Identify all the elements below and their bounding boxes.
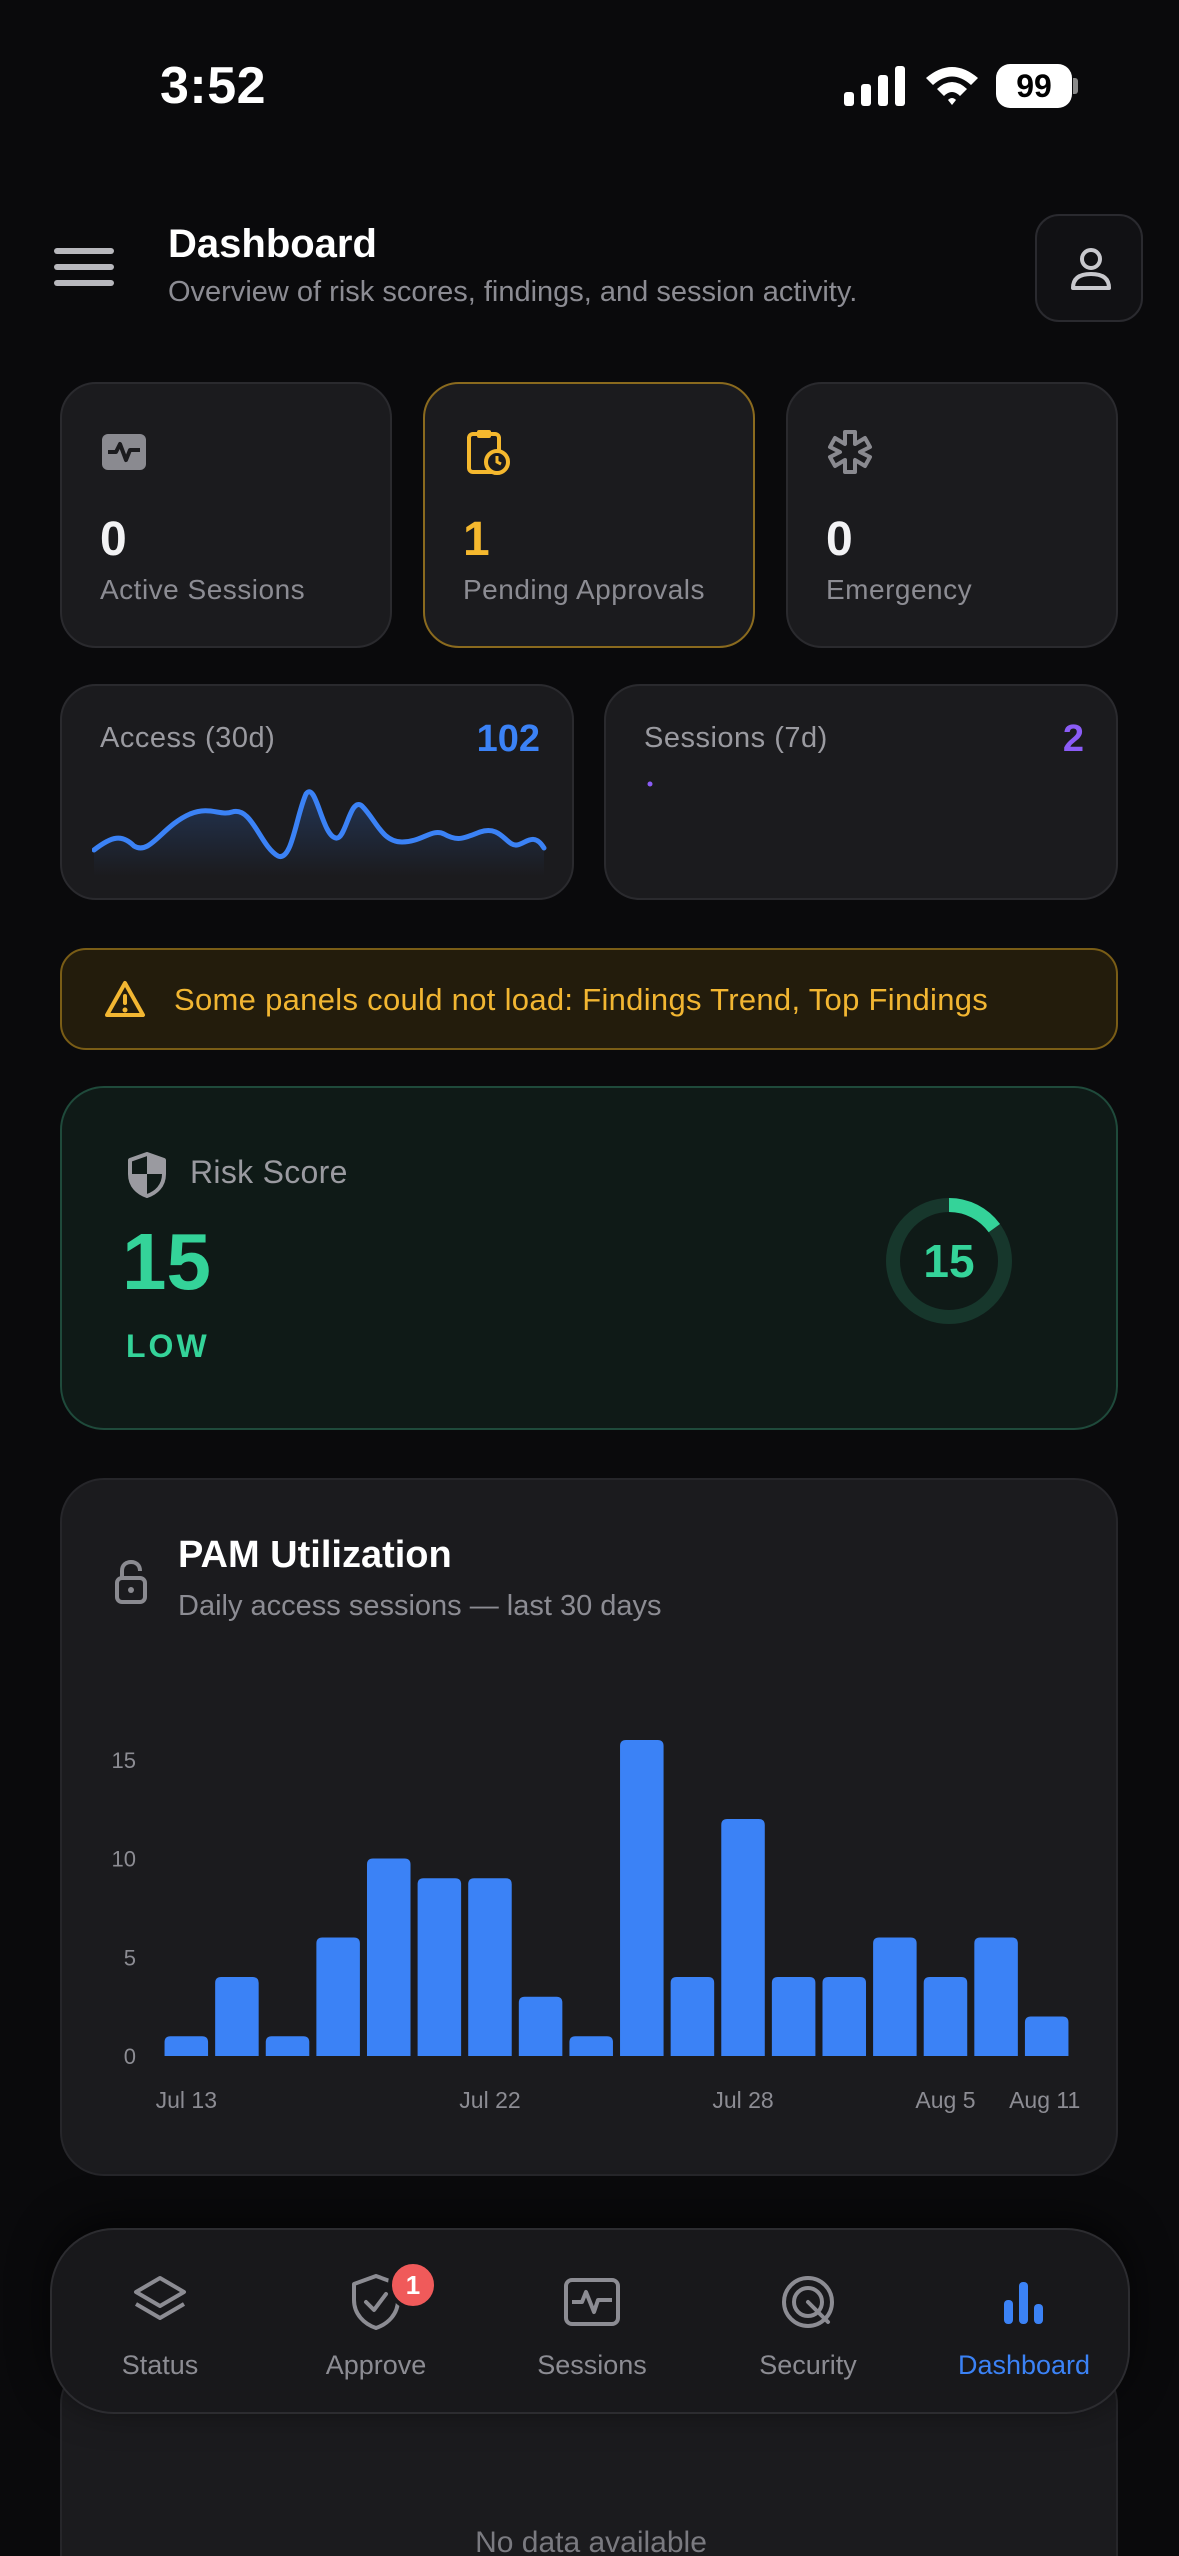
access-value: 102 (476, 718, 540, 760)
chart-bar[interactable] (923, 1977, 968, 2056)
chart-bar[interactable] (771, 1977, 816, 2056)
risk-score-label: Risk Score (190, 1154, 348, 1190)
chart-bar[interactable] (468, 1878, 512, 2056)
chart-bar[interactable] (164, 2036, 209, 2056)
warning-triangle-icon (105, 981, 145, 1017)
stat-label: Pending Approvals (463, 574, 706, 605)
activity-square-icon (564, 2278, 620, 2326)
chart-bar[interactable] (215, 1977, 259, 2056)
tab-label: Dashboard (957, 2350, 1091, 2380)
tab-label: Approve (325, 2350, 427, 2380)
battery-level: 99 (996, 64, 1072, 108)
bottom-tab-bar: Status 1 Approve Sessions Security Dashb… (50, 2228, 1130, 2414)
chart-bar[interactable] (265, 2036, 310, 2056)
x-tick-label: Aug 5 (915, 2087, 975, 2113)
risk-score-card[interactable]: Risk Score 15 LOW 15 (60, 1086, 1118, 1430)
tab-status[interactable]: Status (52, 2230, 268, 2416)
no-data-text: No data available (475, 2526, 707, 2556)
access-30d-card[interactable]: Access (30d) 102 (60, 684, 574, 900)
y-tick-label: 0 (124, 2044, 136, 2069)
sessions-value: 2 (1062, 718, 1084, 760)
stat-label: Emergency (826, 574, 973, 605)
layers-icon (134, 2276, 186, 2320)
tab-approve[interactable]: 1 Approve (268, 2230, 484, 2416)
sessions-label: Sessions (7d) (644, 722, 828, 754)
y-tick-label: 5 (124, 1945, 136, 1970)
chart-bar[interactable] (974, 1937, 1018, 2057)
chart-bar[interactable] (366, 1858, 411, 2057)
stat-label: Active Sessions (100, 574, 306, 605)
y-tick-label: 10 (112, 1847, 136, 1872)
asterisk-icon (828, 430, 872, 474)
status-bar: 3:52 99 (0, 0, 1179, 170)
x-tick-label: Aug 11 (1009, 2087, 1080, 2113)
tab-sessions[interactable]: Sessions (484, 2230, 700, 2416)
x-tick-label: Jul 28 (712, 2087, 773, 2113)
user-icon (1071, 248, 1111, 290)
chart-bar[interactable] (417, 1878, 462, 2056)
stat-card-active-sessions[interactable]: 0 Active Sessions (60, 382, 392, 648)
cellular-signal-icon (844, 66, 905, 106)
sessions-sparkline (647, 781, 653, 787)
y-tick-label: 15 (112, 1748, 136, 1773)
access-label: Access (30d) (100, 722, 276, 754)
chart-bar[interactable] (1024, 2016, 1069, 2057)
x-tick-label: Jul 13 (156, 2087, 217, 2113)
page-subtitle: Overview of risk scores, findings, and s… (168, 276, 858, 308)
page-title: Dashboard (168, 222, 377, 266)
tab-label: Sessions (537, 2350, 647, 2380)
chart-bar[interactable] (569, 2036, 613, 2056)
clipboard-clock-icon (467, 430, 510, 475)
menu-icon[interactable] (54, 248, 114, 290)
load-warning-banner: Some panels could not load: Findings Tre… (60, 948, 1118, 1050)
chart-bar[interactable] (670, 1977, 715, 2056)
stat-value: 1 (463, 513, 490, 566)
chart-bar[interactable] (721, 1819, 765, 2056)
pam-bar-chart: 0 5 10 15 Jul 13 Jul 22 Jul 28 Aug 5 Aug 11 (112, 1740, 1080, 2113)
chart-bar[interactable] (316, 1937, 360, 2057)
access-sparkline (92, 789, 547, 876)
chart-bar[interactable] (873, 1937, 917, 2057)
shield-half-icon (128, 1152, 166, 1198)
risk-score-value: 15 (122, 1217, 211, 1306)
x-tick-label: Jul 22 (459, 2087, 520, 2113)
chart-bar[interactable] (518, 1996, 563, 2056)
warning-text: Some panels could not load: Findings Tre… (174, 982, 989, 1017)
stat-card-pending-approvals[interactable]: 1 Pending Approvals (423, 382, 755, 648)
chart-bar[interactable] (822, 1977, 867, 2056)
pam-utilization-card: PAM Utilization Daily access sessions — … (60, 1478, 1118, 2176)
tab-label: Security (759, 2350, 857, 2380)
tab-dashboard[interactable]: Dashboard (916, 2230, 1132, 2416)
page-header: Dashboard Overview of risk scores, findi… (0, 200, 1179, 340)
approve-badge: 1 (388, 2260, 438, 2310)
bar-chart-icon (1004, 2282, 1043, 2324)
stat-card-emergency[interactable]: 0 Emergency (786, 382, 1118, 648)
wifi-icon (926, 67, 978, 105)
clock-time: 3:52 (160, 57, 267, 115)
risk-level: LOW (126, 1328, 210, 1364)
activity-icon (102, 434, 146, 470)
tab-label: Status (121, 2350, 199, 2380)
stat-value: 0 (100, 513, 127, 566)
chart-bar[interactable] (620, 1740, 664, 2056)
target-icon (782, 2276, 834, 2328)
tab-security[interactable]: Security (700, 2230, 916, 2416)
stat-value: 0 (826, 513, 853, 566)
risk-donut-value: 15 (923, 1235, 975, 1287)
sessions-7d-card[interactable]: Sessions (7d) 2 (604, 684, 1118, 900)
profile-button[interactable] (1035, 214, 1143, 322)
battery-icon: 99 (996, 64, 1078, 108)
